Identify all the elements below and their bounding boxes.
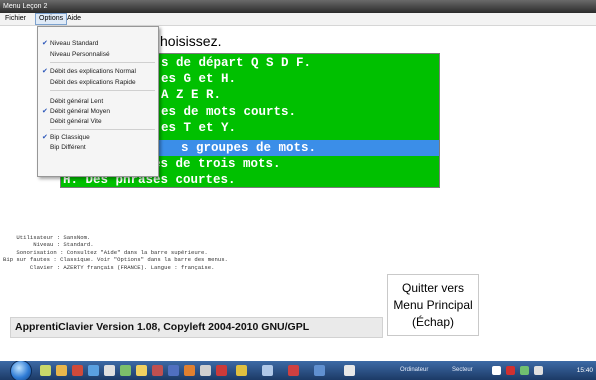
- tray-icon[interactable]: [492, 366, 501, 375]
- taskbar-ordinateur[interactable]: Ordinateur: [400, 365, 428, 376]
- tray-icon[interactable]: [520, 366, 529, 375]
- menu-item-debit-explications-rapide[interactable]: Débit des explications Rapide: [50, 78, 136, 88]
- check-icon: ✔: [42, 134, 48, 141]
- menu-separator: [50, 62, 155, 63]
- app-icon[interactable]: [200, 365, 211, 376]
- menu-item-debit-general-moyen[interactable]: Débit général Moyen: [50, 107, 110, 117]
- menu-bar: Fichier Options Aide: [0, 13, 596, 26]
- check-icon: ✔: [42, 68, 48, 75]
- app-icon[interactable]: [262, 365, 273, 376]
- info-line: Niveau : Standard.: [3, 241, 94, 249]
- options-dropdown-menu: ✔ Niveau Standard Niveau Personnalisé ✔ …: [37, 26, 159, 177]
- lesson-item-text: A Z E R.: [161, 88, 222, 102]
- app-icon[interactable]: [184, 365, 195, 376]
- menu-separator: [50, 129, 155, 130]
- menu-fichier[interactable]: Fichier: [2, 13, 29, 25]
- check-icon: ✔: [42, 40, 48, 47]
- user-info: Utilisateur : SansNom. Niveau : Standard…: [3, 234, 228, 271]
- quit-label-line1: Quitter vers: [401, 281, 464, 295]
- app-icon[interactable]: [56, 365, 67, 376]
- quit-label-line3: (Échap): [411, 315, 455, 329]
- app-icon[interactable]: [216, 365, 227, 376]
- app-icon[interactable]: [152, 365, 163, 376]
- menu-item-debit-general-vite[interactable]: Débit général Vite: [50, 117, 102, 127]
- page-heading: hoisissez.: [160, 33, 222, 49]
- menu-item-debit-general-lent[interactable]: Débit général Lent: [50, 97, 103, 107]
- lesson-item-text: es T et Y.: [161, 121, 237, 135]
- quit-label-line2: Menu Principal: [393, 298, 473, 312]
- taskbar-clock: 15:40: [576, 367, 593, 374]
- menu-item-bip-different[interactable]: Bip Différent: [50, 143, 86, 153]
- start-orb-icon[interactable]: [10, 361, 32, 380]
- app-icon[interactable]: [344, 365, 355, 376]
- menu-item-debit-explications-normal[interactable]: Débit des explications Normal: [50, 67, 136, 77]
- taskbar-secteur[interactable]: Secteur: [452, 365, 473, 376]
- menu-item-bip-classique[interactable]: Bip Classique: [50, 133, 90, 143]
- menu-item-niveau-personnalise[interactable]: Niveau Personnalisé: [50, 50, 110, 60]
- menu-separator: [50, 90, 155, 91]
- menu-aide[interactable]: Aide: [64, 13, 84, 25]
- info-line: Bip sur fautes : Classique. Voir "Option…: [3, 256, 228, 264]
- lesson-item-text: s groupes de mots.: [181, 141, 317, 155]
- quit-button[interactable]: Quitter vers Menu Principal (Échap): [387, 274, 479, 336]
- tray-icon[interactable]: [534, 366, 543, 375]
- info-line: Utilisateur : SansNom.: [3, 234, 91, 241]
- taskbar: Ordinateur Secteur 15:40: [0, 361, 596, 380]
- app-icon[interactable]: [288, 365, 299, 376]
- window-title-bar: Menu Leçon 2: [0, 0, 596, 13]
- app-icon[interactable]: [72, 365, 83, 376]
- app-icon[interactable]: [88, 365, 99, 376]
- app-icon[interactable]: [40, 365, 51, 376]
- app-icon[interactable]: [136, 365, 147, 376]
- menu-options[interactable]: Options: [35, 13, 68, 25]
- tray-icon[interactable]: [506, 366, 515, 375]
- menu-item-niveau-standard[interactable]: Niveau Standard: [50, 39, 98, 49]
- app-icon[interactable]: [168, 365, 179, 376]
- app-icon[interactable]: [104, 365, 115, 376]
- version-bar: ApprentiClavier Version 1.08, Copyleft 2…: [10, 317, 383, 338]
- info-line: Clavier : AZERTY français (FRANCE). Lang…: [3, 263, 215, 271]
- lesson-item-text: s de départ Q S D F.: [161, 56, 312, 70]
- lesson-item-text: es G et H.: [161, 72, 237, 86]
- app-icon[interactable]: [120, 365, 131, 376]
- app-icon[interactable]: [314, 365, 325, 376]
- window-title: Menu Leçon 2: [3, 3, 48, 10]
- app-icon[interactable]: [236, 365, 247, 376]
- check-icon: ✔: [42, 108, 48, 115]
- lesson-item-text: es de mots courts.: [161, 105, 297, 119]
- info-line: Sonorisation : Consultez "Aide" dans la …: [3, 248, 208, 256]
